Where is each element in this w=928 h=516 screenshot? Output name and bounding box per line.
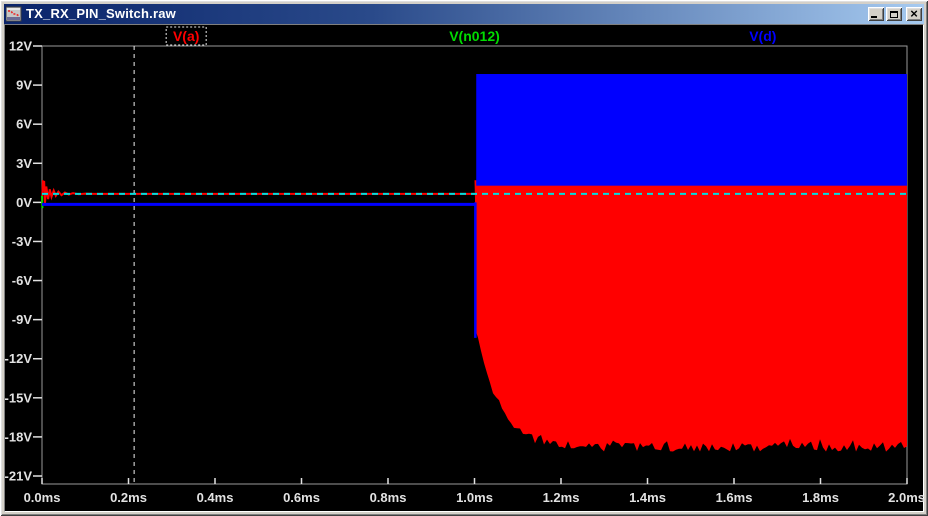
window-controls: × xyxy=(868,7,922,21)
maximize-button[interactable] xyxy=(886,7,902,21)
titlebar[interactable]: TX_RX_PIN_Switch.raw × xyxy=(4,4,924,24)
close-icon: × xyxy=(910,5,918,21)
maximize-icon xyxy=(890,10,898,18)
waveform-plot-area[interactable] xyxy=(4,24,924,512)
ltspice-waveform-window: TX_RX_PIN_Switch.raw × 12V 9V 6V 3V 0V -3V -6V… xyxy=(0,0,928,516)
minimize-button[interactable] xyxy=(868,7,884,21)
minimize-icon xyxy=(871,16,877,18)
window-title: TX_RX_PIN_Switch.raw xyxy=(26,6,176,21)
close-button[interactable]: × xyxy=(906,7,922,21)
waveform-file-icon[interactable] xyxy=(6,6,22,22)
